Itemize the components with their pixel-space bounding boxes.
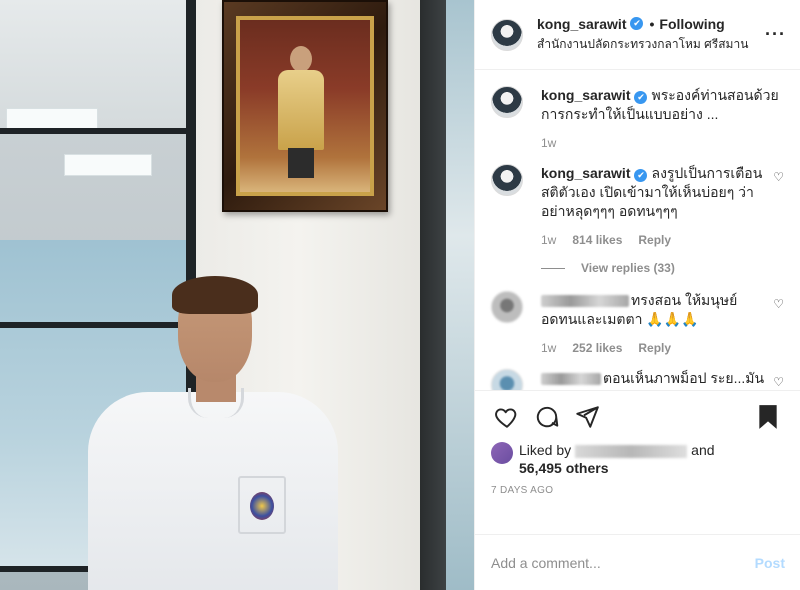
share-icon[interactable]	[571, 401, 603, 433]
shirt-collar	[188, 388, 244, 418]
comment-icon[interactable]	[531, 401, 563, 433]
comment: kong_sarawit ✔ ลงรูปเป็นการเตือนสติตัวเอง …	[491, 164, 784, 247]
avatar[interactable]	[491, 18, 523, 51]
comment-likes[interactable]: 252 likes	[572, 341, 622, 355]
avatar[interactable]	[491, 86, 523, 118]
view-replies-button[interactable]: View replies (33)	[541, 261, 784, 275]
heart-icon[interactable]	[491, 401, 523, 433]
reply-button[interactable]: Reply	[638, 233, 671, 247]
emblem-icon	[250, 492, 274, 520]
comment-heart-icon[interactable]: ♡	[773, 375, 784, 390]
add-comment-input[interactable]	[491, 554, 755, 571]
username-link[interactable]: kong_sarawit	[537, 16, 626, 32]
post-comment-button[interactable]: Post	[755, 555, 785, 571]
avatar[interactable]	[491, 164, 523, 196]
more-options-icon[interactable]: ···	[765, 24, 786, 45]
post-sidebar: kong_sarawit ✔ • Following สำนักงานปลัดก…	[474, 0, 800, 590]
comment-time[interactable]: 1w	[541, 341, 556, 355]
post-timestamp[interactable]: 7 DAYS AGO	[491, 485, 784, 496]
likes-and: and	[691, 442, 715, 458]
add-comment-bar: Post	[475, 534, 800, 590]
liker-avatar[interactable]	[491, 442, 513, 464]
comment-likes[interactable]: 814 likes	[572, 233, 622, 247]
comment-time[interactable]: 1w	[541, 233, 556, 247]
reply-button[interactable]: Reply	[638, 341, 671, 355]
follow-button[interactable]: Following	[659, 16, 724, 32]
blurred-liker-name	[575, 444, 688, 458]
caption: kong_sarawit ✔ พระองค์ท่านสอนด้วยการกระทำใ…	[491, 86, 784, 150]
location-link[interactable]: สำนักงานปลัดกระทรวงกลาโหม ศรีสมาน	[537, 35, 765, 54]
comment-heart-icon[interactable]: ♡	[773, 170, 784, 247]
framed-portrait	[222, 0, 388, 212]
pillar-edge	[420, 0, 446, 590]
post-header: kong_sarawit ✔ • Following สำนักงานปลัดก…	[475, 0, 800, 70]
separator: •	[649, 15, 655, 32]
person-shirt	[88, 392, 338, 590]
comment-heart-icon[interactable]: ♡	[773, 297, 784, 355]
avatar[interactable]	[491, 291, 523, 323]
window-frame	[0, 128, 196, 134]
verified-badge-icon: ✔	[630, 17, 644, 30]
avatar[interactable]	[491, 369, 523, 390]
window-frame	[0, 322, 196, 328]
comment-username[interactable]: kong_sarawit	[541, 165, 630, 181]
blurred-username	[541, 295, 629, 308]
window	[446, 0, 474, 590]
replies-line	[541, 267, 565, 269]
comment-username[interactable]: kong_sarawit	[541, 87, 630, 103]
likes-count-link[interactable]: 56,495 others	[519, 460, 609, 476]
comment-time[interactable]: 1w	[541, 136, 556, 150]
post-photo[interactable]	[0, 0, 474, 590]
likes-summary: Liked by and 56,495 others	[491, 441, 784, 477]
blurred-username	[541, 373, 601, 386]
verified-badge-icon: ✔	[634, 91, 648, 104]
instagram-post: kong_sarawit ✔ • Following สำนักงานปลัดก…	[0, 0, 800, 590]
liked-by-prefix: Liked by	[519, 442, 572, 458]
view-replies-label: View replies (33)	[581, 261, 675, 275]
comment-text: ตอนเห็นภาพม็อป ระย...มัน	[603, 370, 765, 386]
comment: ตอนเห็นภาพม็อป ระย...มัน ♡	[491, 369, 784, 390]
ceiling-light	[64, 154, 152, 176]
comment: ทรงสอน ให้มนุษย์อดทนและเมตตา 🙏🙏🙏 1w 252 …	[491, 291, 784, 355]
comments-list[interactable]: kong_sarawit ✔ พระองค์ท่านสอนด้วยการกระทำใ…	[475, 70, 800, 390]
person-hair	[172, 276, 258, 314]
bookmark-icon[interactable]	[752, 401, 784, 433]
verified-badge-icon: ✔	[634, 169, 648, 182]
